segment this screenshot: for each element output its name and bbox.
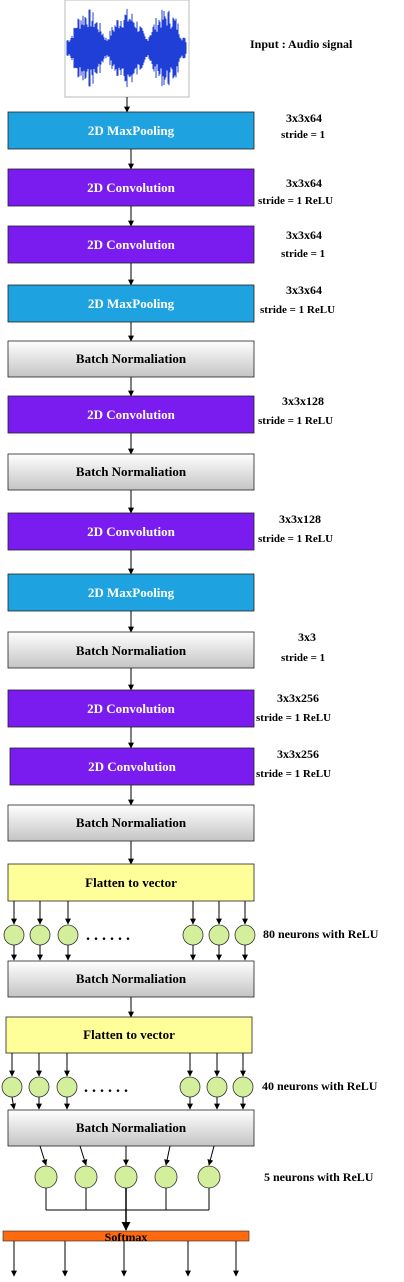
layer-label: Batch Normaliation [76,815,187,830]
layer-batch-normalization-4: Batch Normaliation [7,804,255,842]
layer-2d-maxpooling-3: 2D MaxPooling [7,573,255,612]
layer-spec: 3x3x64 [286,176,322,190]
layer-label: Batch Normaliation [76,351,187,366]
layer-batch-normalization-3: Batch Normaliation [7,631,255,669]
neuron [114,1165,138,1189]
neuron [74,1165,98,1189]
layer-label: 2D Convolution [87,180,176,195]
layer-batch-normalization-2: Batch Normaliation [7,453,255,491]
waveform-path [66,8,187,88]
neurons-40-label: 40 neurons with ReLU [262,1079,378,1093]
neuron [28,1076,50,1098]
neuron [232,1076,254,1098]
layer-label: Flatten to vector [85,875,177,890]
arrow [164,1145,171,1166]
neuron [197,1165,221,1189]
layer-label: Batch Normaliation [76,464,187,479]
input-label: Input : Audio signal [250,37,353,51]
layer-label: Batch Normaliation [76,971,187,986]
neuron [154,1165,178,1189]
layer-2d-convolution-6: 2D Convolution [9,747,255,786]
layer-2d-maxpooling-1: 2D MaxPooling [7,111,255,150]
neuron [34,1165,58,1189]
neuron [56,1076,78,1098]
layer-spec: stride = 1 ReLU [258,415,333,427]
layer-flatten-1: Flatten to vector [7,863,255,902]
layer-label: 2D Convolution [87,237,176,252]
arrow [207,1145,215,1166]
layer-label: Softmax [105,1230,148,1244]
layer-2d-maxpooling-2: 2D MaxPooling [7,284,255,323]
layer-flatten-2: Flatten to vector [5,1016,253,1054]
ellipsis-dots: . . . . . . [84,1079,128,1096]
neurons-5-label: 5 neurons with ReLU [264,1170,374,1184]
layer-spec: stride = 1 [281,129,325,141]
layer-label: 2D Convolution [88,759,177,774]
layer-spec: 3x3x128 [279,512,321,526]
arrow [79,1145,88,1166]
dense-layer-5 [34,1145,221,1231]
neuron [206,1076,228,1098]
layer-softmax: Softmax [2,1230,250,1244]
layer-batch-normalization-5: Batch Normaliation [7,960,255,998]
layer-label: 2D MaxPooling [88,296,175,311]
neuron [182,924,204,946]
layer-spec: 3x3 [298,630,316,644]
neuron [3,924,25,946]
layer-label: 2D MaxPooling [88,585,175,600]
layer-spec: 3x3x256 [277,747,319,761]
cnn-architecture-diagram: Input : Audio signal 2D MaxPooling 3x3x6… [1,0,379,1277]
neuron [179,1076,201,1098]
layer-label: Flatten to vector [83,1027,175,1042]
layer-spec: 3x3x64 [286,111,322,125]
layer-2d-convolution-3: 2D Convolution [7,395,255,434]
layer-spec: 3x3x128 [282,394,324,408]
audio-waveform-thumbnail [64,0,190,98]
neuron [234,924,256,946]
arrow [10,1096,17,1110]
layer-spec: 3x3x64 [286,228,322,242]
layer-spec: stride = 1 [281,652,325,664]
layer-label: 2D Convolution [87,524,176,539]
layer-2d-convolution-4: 2D Convolution [7,512,255,551]
neurons-80-label: 80 neurons with ReLU [263,927,379,941]
output-arrows [11,1241,239,1277]
layer-2d-convolution-1: 2D Convolution [7,168,255,207]
layer-label: Batch Normaliation [76,643,187,658]
layer-spec: stride = 1 ReLU [256,712,331,724]
layer-spec: stride = 1 ReLU [258,195,333,207]
neuron [29,924,51,946]
layer-spec: 3x3x64 [286,283,322,297]
layer-spec: stride = 1 ReLU [256,768,331,780]
neuron [208,924,230,946]
layer-2d-convolution-5: 2D Convolution [7,689,255,728]
layer-spec: stride = 1 [281,248,325,260]
layer-spec: stride = 1 ReLU [258,533,333,545]
layer-spec: stride = 1 ReLU [260,304,335,316]
layer-spec: 3x3x256 [277,691,319,705]
neuron [1,1076,23,1098]
layer-label: 2D Convolution [87,407,176,422]
layer-label: 2D MaxPooling [88,123,175,138]
layer-2d-convolution-2: 2D Convolution [7,225,255,264]
layer-label: 2D Convolution [87,701,176,716]
ellipsis-dots: . . . . . . [86,927,130,944]
layer-batch-normalization-6: Batch Normaliation [7,1109,255,1147]
layer-batch-normalization-1: Batch Normaliation [7,340,255,378]
neuron [57,924,79,946]
arrow [39,1145,48,1166]
layer-label: Batch Normaliation [76,1120,187,1135]
